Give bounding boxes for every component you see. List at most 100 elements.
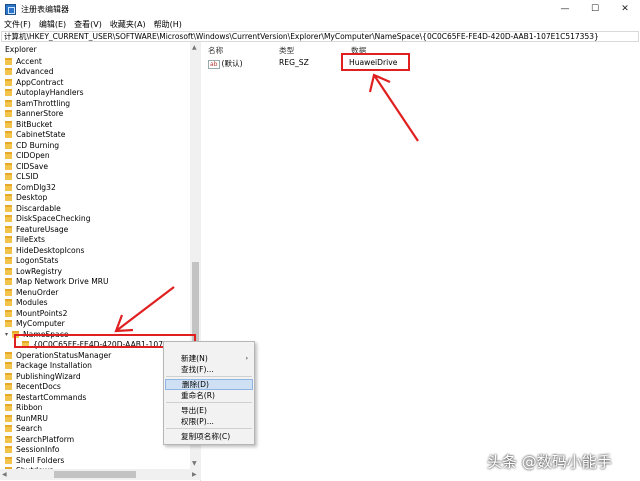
tree-item[interactable]: CD Burning bbox=[5, 140, 59, 151]
ctx-new[interactable]: 新建(N) › bbox=[165, 353, 253, 364]
tree-item[interactable]: ComDlg32 bbox=[5, 182, 56, 193]
close-button[interactable]: ✕ bbox=[610, 0, 640, 18]
ctx-delete[interactable]: 删除(D) bbox=[165, 379, 253, 390]
tree-item-label: Advanced bbox=[16, 67, 54, 77]
tree-item[interactable]: BitBucket bbox=[5, 119, 52, 130]
watermark-text: 头条 @数码小能手 bbox=[487, 453, 612, 471]
column-header-type[interactable]: 类型 bbox=[279, 45, 294, 56]
ctx-copy-key-name[interactable]: 复制项名称(C) bbox=[165, 431, 253, 442]
folder-icon bbox=[5, 215, 12, 223]
values-list[interactable]: 名称 类型 数据 ab (默认) REG_SZ HuaweiDrive bbox=[202, 42, 640, 481]
tree-item[interactable]: Discardable bbox=[5, 203, 61, 214]
tree-item[interactable]: CIDOpen bbox=[5, 151, 50, 162]
tree-item[interactable]: MenuOrder bbox=[5, 287, 58, 298]
tree-item[interactable]: AppContract bbox=[5, 77, 64, 88]
folder-icon bbox=[5, 393, 12, 401]
column-header-name[interactable]: 名称 bbox=[208, 45, 223, 56]
folder-icon bbox=[5, 383, 12, 391]
tree-item[interactable]: MountPoints2 bbox=[5, 308, 67, 319]
folder-icon bbox=[5, 372, 12, 380]
tree-root-explorer[interactable]: Explorer bbox=[5, 45, 37, 54]
tree-item[interactable]: LogonStats bbox=[5, 256, 58, 267]
tree-item[interactable]: Shell Folders bbox=[5, 455, 64, 466]
folder-icon bbox=[5, 173, 12, 181]
folder-icon bbox=[5, 152, 12, 160]
scroll-right-icon[interactable]: ▶ bbox=[192, 471, 197, 478]
tree-item-label: MountPoints2 bbox=[16, 308, 68, 318]
minimize-button[interactable]: — bbox=[550, 0, 580, 18]
folder-icon bbox=[5, 131, 12, 139]
tree-item-label: SearchPlatform bbox=[16, 434, 75, 444]
tree-item-label: Accent bbox=[16, 56, 42, 66]
tree-item[interactable]: SearchPlatform bbox=[5, 434, 74, 445]
tree-item[interactable]: RecentDocs bbox=[5, 382, 61, 393]
tree-item-label: CIDSave bbox=[16, 161, 49, 171]
scroll-left-icon[interactable]: ◀ bbox=[2, 471, 7, 478]
menu-edit[interactable]: 编辑(E) bbox=[39, 19, 66, 30]
tree-item-mycomputer[interactable]: MyComputer bbox=[5, 319, 65, 330]
expand-arrow-icon[interactable]: ▾ bbox=[3, 331, 10, 338]
tree-item[interactable]: LowRegistry bbox=[5, 266, 62, 277]
tree-item-label: MenuOrder bbox=[16, 287, 59, 297]
tree-horizontal-scrollbar[interactable]: ◀ ▶ bbox=[0, 469, 201, 480]
tree-item-label: BitBucket bbox=[16, 119, 53, 129]
tree-item[interactable]: Desktop bbox=[5, 193, 47, 204]
menu-favorites[interactable]: 收藏夹(A) bbox=[110, 19, 146, 30]
scroll-up-icon[interactable]: ▲ bbox=[192, 44, 197, 51]
folder-icon bbox=[5, 110, 12, 118]
folder-icon bbox=[5, 68, 12, 76]
tree-item[interactable]: Map Network Drive MRU bbox=[5, 277, 109, 288]
tree-item-label: SessionInfo bbox=[16, 445, 60, 455]
tree-item[interactable]: HideDesktopIcons bbox=[5, 245, 84, 256]
ctx-export[interactable]: 导出(E) bbox=[165, 405, 253, 416]
tree-item[interactable]: FeatureUsage bbox=[5, 224, 68, 235]
folder-icon bbox=[5, 246, 12, 254]
tree-hscroll-thumb[interactable] bbox=[54, 471, 136, 478]
tree-item[interactable]: BamThrottling bbox=[5, 98, 70, 109]
tree-item[interactable]: RestartCommands bbox=[5, 392, 86, 403]
value-row-name[interactable]: ab (默认) bbox=[208, 58, 243, 69]
ctx-rename[interactable]: 重命名(R) bbox=[165, 390, 253, 401]
folder-icon bbox=[5, 362, 12, 370]
folder-icon bbox=[5, 120, 12, 128]
tree-item[interactable]: CabinetState bbox=[5, 130, 65, 141]
tree-item-label: CD Burning bbox=[16, 140, 60, 150]
tree-item[interactable]: Accent bbox=[5, 56, 42, 67]
tree-item-label: FileExts bbox=[16, 235, 45, 245]
ctx-permissions[interactable]: 权限(P)... bbox=[165, 416, 253, 427]
menu-bar: 文件(F) 编辑(E) 查看(V) 收藏夹(A) 帮助(H) bbox=[0, 18, 640, 30]
tree-item[interactable]: OperationStatusManager bbox=[5, 350, 111, 361]
folder-icon bbox=[5, 89, 12, 97]
regedit-app-icon bbox=[5, 3, 16, 15]
tree-item[interactable]: BannerStore bbox=[5, 109, 63, 120]
tree-item[interactable]: Ribbon bbox=[5, 403, 43, 414]
tree-item-label: AutoplayHandlers bbox=[16, 88, 84, 98]
address-bar[interactable]: 计算机\HKEY_CURRENT_USER\SOFTWARE\Microsoft… bbox=[1, 31, 639, 42]
maximize-button[interactable]: ☐ bbox=[580, 0, 610, 18]
menu-file[interactable]: 文件(F) bbox=[4, 19, 31, 30]
tree-item[interactable]: Modules bbox=[5, 298, 48, 309]
menu-view[interactable]: 查看(V) bbox=[74, 19, 102, 30]
menu-help[interactable]: 帮助(H) bbox=[154, 19, 182, 30]
ctx-find[interactable]: 查找(F)... bbox=[165, 364, 253, 375]
tree-item[interactable]: FileExts bbox=[5, 235, 45, 246]
tree-item[interactable]: CIDSave bbox=[5, 161, 48, 172]
folder-icon bbox=[5, 435, 12, 443]
tree-item-label: Map Network Drive MRU bbox=[16, 277, 109, 287]
scroll-down-icon[interactable]: ▼ bbox=[192, 460, 197, 467]
tree-item[interactable]: Advanced bbox=[5, 67, 54, 78]
tree-item[interactable]: Search bbox=[5, 424, 42, 435]
tree-item[interactable]: DiskSpaceChecking bbox=[5, 214, 91, 225]
tree-item[interactable]: CLSID bbox=[5, 172, 38, 183]
tree-item-label: Shell Folders bbox=[16, 455, 65, 465]
folder-icon bbox=[5, 225, 12, 233]
tree-item[interactable]: Package Installation bbox=[5, 361, 92, 372]
tree-item[interactable]: AutoplayHandlers bbox=[5, 88, 84, 99]
tree-item[interactable]: PublishingWizard bbox=[5, 371, 81, 382]
tree-item-label: BamThrottling bbox=[16, 98, 71, 108]
tree-item-label: RunMRU bbox=[16, 413, 48, 423]
folder-icon bbox=[5, 183, 12, 191]
tree-item[interactable]: SessionInfo bbox=[5, 445, 59, 456]
tree-item[interactable]: RunMRU bbox=[5, 413, 48, 424]
folder-icon bbox=[5, 456, 12, 464]
